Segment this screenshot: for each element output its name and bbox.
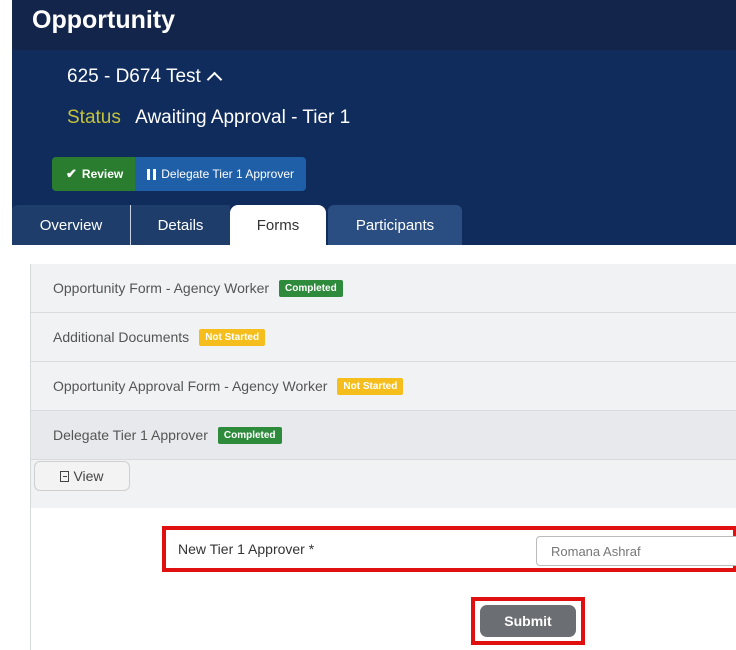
forms-content: Opportunity Form - Agency Worker Complet… [30, 264, 736, 650]
record-title-text: 625 - D674 Test [67, 66, 201, 87]
form-row-delegate[interactable]: Delegate Tier 1 Approver Completed [31, 411, 736, 460]
approver-input[interactable] [536, 536, 736, 566]
pause-icon [147, 168, 157, 180]
status-badge: Not Started [199, 328, 266, 346]
form-name: Delegate Tier 1 Approver [53, 427, 208, 443]
delegate-approver-button[interactable]: Delegate Tier 1 Approver [135, 157, 307, 191]
form-name: Opportunity Approval Form - Agency Worke… [53, 378, 328, 394]
tab-forms[interactable]: Forms [230, 205, 326, 245]
tab-bar: Overview Details Forms Participants [12, 205, 462, 245]
review-button-label: Review [81, 167, 124, 181]
delegate-button-label: Delegate Tier 1 Approver [161, 167, 295, 181]
chevron-up-icon[interactable] [206, 71, 223, 88]
view-button[interactable]: View [34, 461, 130, 491]
approver-field-highlight: New Tier 1 Approver * [162, 526, 736, 572]
status-row: Status Awaiting Approval - Tier 1 [67, 107, 350, 129]
form-name: Opportunity Form - Agency Worker [53, 280, 270, 296]
view-button-label: View [73, 468, 104, 484]
form-row-additional-documents[interactable]: Additional Documents Not Started [31, 313, 736, 362]
record-title[interactable]: 625 - D674 Test [67, 66, 223, 88]
review-button[interactable]: ✔ Review [52, 157, 136, 191]
delegate-form-panel: New Tier 1 Approver * Submit [31, 508, 736, 650]
form-row-opportunity[interactable]: Opportunity Form - Agency Worker Complet… [31, 264, 736, 313]
document-icon [60, 470, 70, 482]
tab-participants[interactable]: Participants [328, 205, 462, 245]
status-value: Awaiting Approval - Tier 1 [135, 107, 351, 128]
status-label: Status [67, 107, 121, 128]
tab-details[interactable]: Details [130, 205, 230, 245]
app-title: Opportunity [32, 6, 176, 34]
submit-highlight: Submit [471, 597, 585, 645]
status-badge: Not Started [337, 377, 404, 395]
check-icon: ✔ [66, 166, 77, 181]
status-badge: Completed [217, 426, 282, 444]
form-row-approval[interactable]: Opportunity Approval Form - Agency Worke… [31, 362, 736, 411]
left-edge [0, 0, 12, 650]
tab-overview[interactable]: Overview [12, 205, 130, 245]
approver-field-label: New Tier 1 Approver * [178, 541, 315, 557]
status-badge: Completed [279, 279, 343, 297]
action-buttons: ✔ Review Delegate Tier 1 Approver [52, 157, 307, 191]
form-name: Additional Documents [53, 329, 190, 345]
submit-button[interactable]: Submit [480, 605, 576, 637]
app-title-bar: Opportunity [12, 0, 736, 50]
